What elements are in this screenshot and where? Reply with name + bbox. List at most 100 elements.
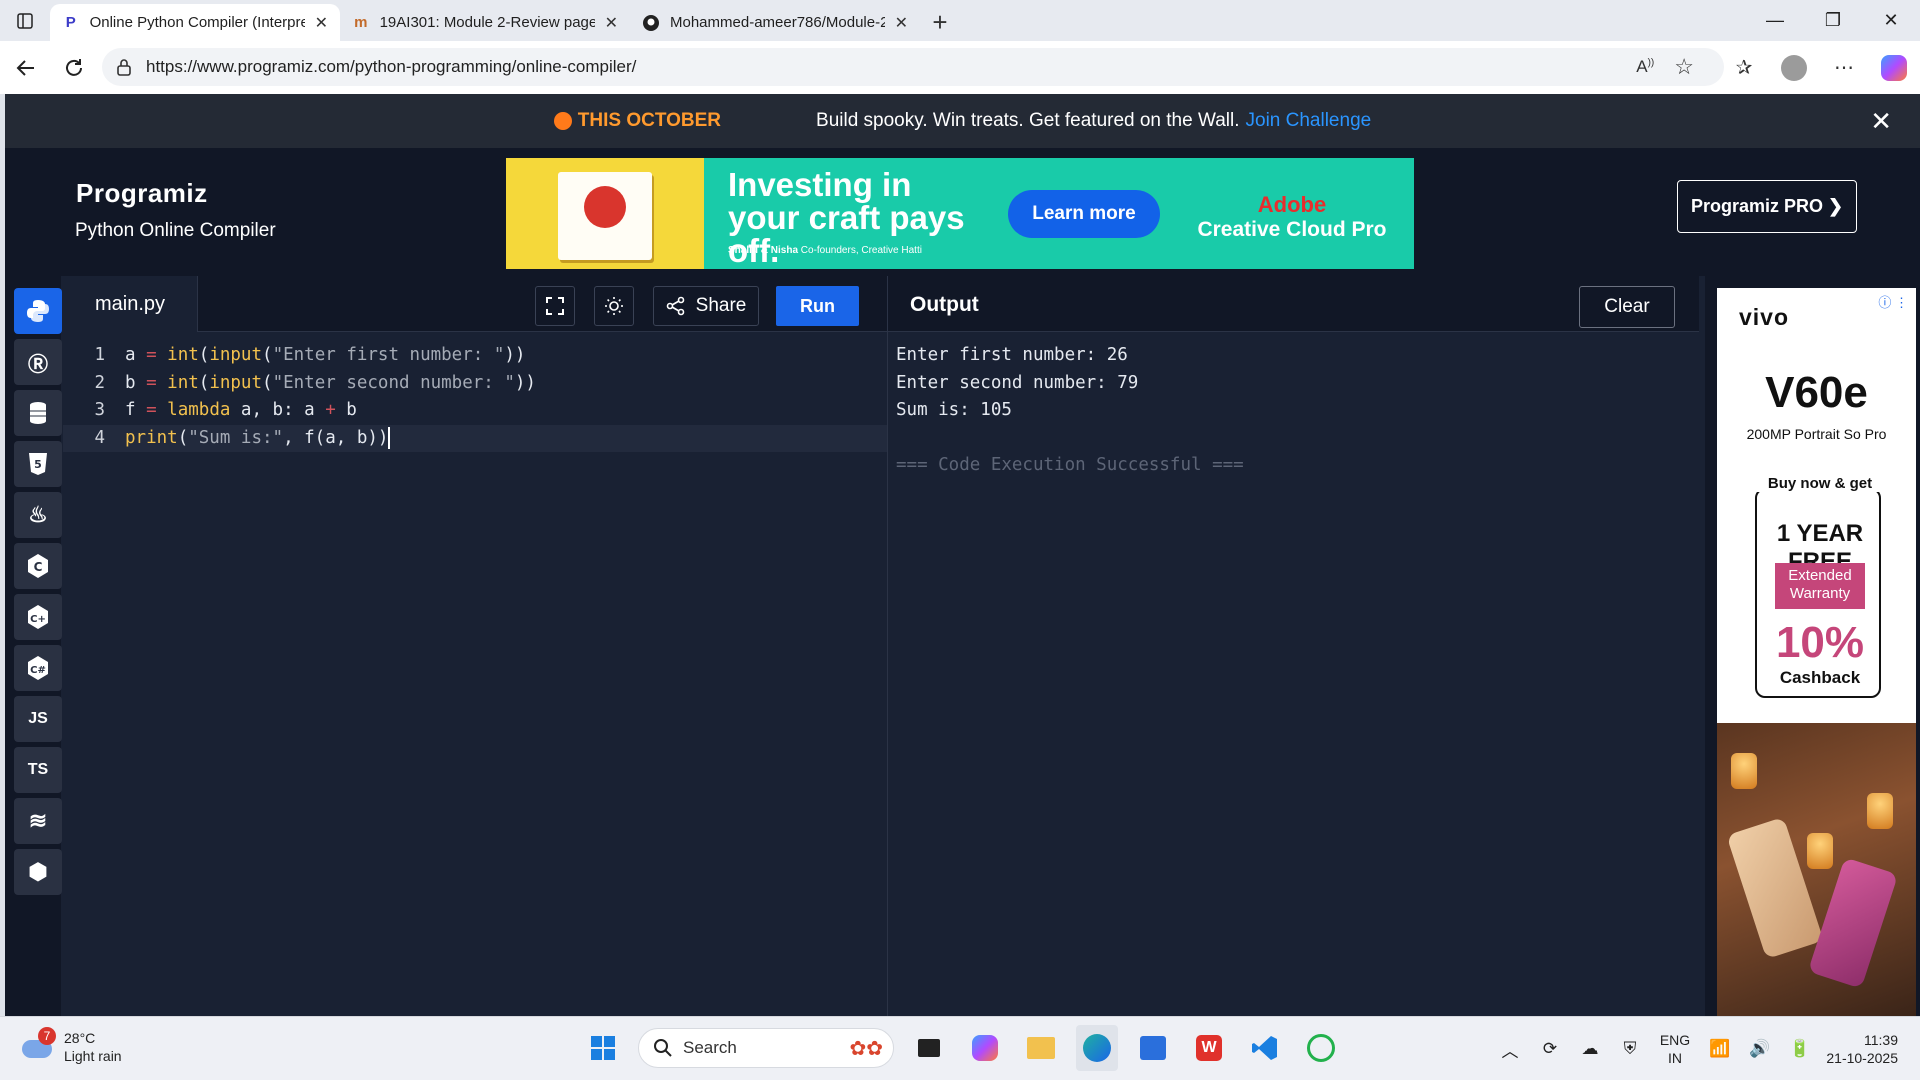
vivo-product-photo xyxy=(1717,723,1916,1016)
security-shield-icon[interactable]: ⛨ xyxy=(1610,1029,1650,1069)
file-explorer-icon[interactable] xyxy=(1020,1025,1062,1071)
wps-office-icon[interactable]: W xyxy=(1188,1025,1230,1071)
svg-text:C+: C+ xyxy=(30,614,46,625)
close-tab-icon[interactable]: ✕ xyxy=(605,13,618,33)
theme-toggle-button[interactable] xyxy=(594,286,634,326)
js-label: JS xyxy=(28,710,48,727)
copilot-taskbar-icon[interactable] xyxy=(964,1025,1006,1071)
html5-icon: 5 xyxy=(29,453,47,475)
tab-actions-button[interactable] xyxy=(0,0,50,41)
browser-tab-programiz[interactable]: P Online Python Compiler (Interpre ✕ xyxy=(50,4,340,41)
volume-icon[interactable]: 🔊 xyxy=(1740,1029,1780,1069)
vivo-side-ad[interactable]: vivo ⓘ ⋮ V60e 200MP Portrait So Pro Buy … xyxy=(1705,276,1920,1016)
output-line: Sum is: 105 xyxy=(896,400,1012,420)
lang-python-button[interactable] xyxy=(14,288,62,334)
programiz-pro-button[interactable]: Programiz PRO ❯ xyxy=(1677,180,1857,233)
tab-actions-icon xyxy=(17,12,33,29)
minimize-icon[interactable]: — xyxy=(1746,0,1804,41)
favorites-icon[interactable]: ✰ xyxy=(1728,52,1760,84)
close-window-icon[interactable]: ✕ xyxy=(1862,0,1920,41)
refresh-button[interactable] xyxy=(52,46,96,90)
lang-go-button[interactable]: ⬢ xyxy=(14,849,62,895)
site-info-icon[interactable] xyxy=(116,58,132,76)
r-icon: Ⓡ xyxy=(28,353,48,376)
more-options-icon[interactable]: ⋯ xyxy=(1828,52,1860,84)
close-tab-icon[interactable]: ✕ xyxy=(315,13,328,33)
taskbar-apps: Search ✿✿ W xyxy=(582,1025,1342,1071)
code-area[interactable]: 1 a = int(input("Enter first number: "))… xyxy=(63,332,887,452)
whatsapp-icon[interactable] xyxy=(1300,1025,1342,1071)
task-view-icon[interactable] xyxy=(908,1025,950,1071)
swift-icon: ≋ xyxy=(28,808,48,833)
lang-ts-button[interactable]: TS xyxy=(14,747,62,793)
output-panel: Output Clear Enter first number: 26 Ente… xyxy=(887,276,1699,1016)
taskbar-search[interactable]: Search ✿✿ xyxy=(638,1028,894,1068)
ad-product-area xyxy=(506,158,704,269)
close-promo-icon[interactable]: ✕ xyxy=(1870,106,1892,137)
promo-text: Build spooky. Win treats. Get featured o… xyxy=(816,110,1240,131)
lang-js-button[interactable]: JS xyxy=(14,696,62,742)
code-editor: main.py Share Run 1 a = int(input("Enter… xyxy=(63,276,887,1016)
github-favicon-icon xyxy=(642,14,660,32)
language-indicator[interactable]: ENG IN xyxy=(1650,1031,1700,1067)
output-console[interactable]: Enter first number: 26 Enter second numb… xyxy=(896,342,1244,480)
line-number: 1 xyxy=(94,345,105,365)
lang-r-button[interactable]: Ⓡ xyxy=(14,339,62,385)
profile-avatar-icon[interactable] xyxy=(1778,52,1810,84)
edge-browser-icon[interactable] xyxy=(1076,1025,1118,1071)
run-button[interactable]: Run xyxy=(776,286,859,326)
vivo-ad-card: vivo ⓘ ⋮ V60e 200MP Portrait So Pro Buy … xyxy=(1717,288,1916,723)
lang-c-button[interactable]: C xyxy=(14,543,62,589)
go-icon: ⬢ xyxy=(28,859,48,884)
tab-title: Online Python Compiler (Interpre xyxy=(89,14,305,31)
lang-cpp-button[interactable]: C+ xyxy=(14,594,62,640)
ad-info-icon[interactable]: ⓘ ⋮ xyxy=(1878,292,1908,311)
lang-java-button[interactable]: ♨ xyxy=(14,492,62,538)
ad-learn-more-button[interactable]: Learn more xyxy=(1008,190,1160,238)
onedrive-icon[interactable]: ☁ xyxy=(1570,1029,1610,1069)
programiz-page: THIS OCTOBER Build spooky. Win treats. G… xyxy=(5,94,1920,1016)
lang-html-button[interactable]: 5 xyxy=(14,441,62,487)
system-clock[interactable]: 11:39 21-10-2025 xyxy=(1820,1031,1920,1067)
vivo-logo: vivo xyxy=(1739,304,1790,330)
back-button[interactable] xyxy=(4,46,48,90)
copilot-icon[interactable] xyxy=(1878,52,1910,84)
programiz-logo[interactable]: Programiz xyxy=(76,178,208,209)
output-toolbar: Output Clear xyxy=(888,276,1699,332)
clear-button[interactable]: Clear xyxy=(1579,286,1675,328)
vscode-icon[interactable] xyxy=(1244,1025,1286,1071)
lang-swift-button[interactable]: ≋ xyxy=(14,798,62,844)
weather-widget[interactable]: 7 28°C Light rain xyxy=(20,1027,122,1065)
code-line: 3 f = lambda a, b: a + b xyxy=(63,397,887,425)
url-field[interactable]: https://www.programiz.com/python-program… xyxy=(102,48,1724,86)
wifi-icon[interactable]: 📶 xyxy=(1700,1029,1740,1069)
rain-cloud-icon: 7 xyxy=(20,1027,56,1062)
search-icon xyxy=(654,1039,672,1057)
adobe-ad-banner[interactable]: Investing in your craft pays off. Shallu… xyxy=(506,158,1414,269)
browser-tab-github[interactable]: Mohammed-ameer786/Module-2 ✕ xyxy=(630,4,920,41)
battery-icon[interactable]: 🔋 xyxy=(1780,1029,1820,1069)
url-text: https://www.programiz.com/python-program… xyxy=(146,57,637,76)
close-tab-icon[interactable]: ✕ xyxy=(895,13,908,33)
search-placeholder: Search xyxy=(683,1038,737,1057)
lang-sql-button[interactable] xyxy=(14,390,62,436)
favorite-star-icon[interactable]: ☆ xyxy=(1674,54,1694,80)
fullscreen-button[interactable] xyxy=(535,286,575,326)
site-header: Programiz Python Online Compiler Investi… xyxy=(5,148,1920,276)
windows-start-icon[interactable] xyxy=(582,1025,624,1071)
cpp-icon: C+ xyxy=(28,605,48,629)
new-tab-button[interactable]: + xyxy=(920,4,960,41)
read-aloud-icon[interactable]: A)) xyxy=(1636,57,1654,77)
sun-icon xyxy=(605,297,623,315)
file-tab-main[interactable]: main.py xyxy=(63,276,198,332)
ad-product-image xyxy=(558,172,652,260)
join-challenge-link[interactable]: Join Challenge xyxy=(1246,110,1372,132)
microsoft-store-icon[interactable] xyxy=(1132,1025,1174,1071)
chevron-up-icon[interactable]: ︿ xyxy=(1490,1029,1530,1069)
lang-csharp-button[interactable]: C# xyxy=(14,645,62,691)
vivo-offer-box: Buy now & get 1 YEAR FREE Extended Warra… xyxy=(1755,476,1883,698)
restore-icon[interactable]: ❐ xyxy=(1804,0,1862,41)
browser-tab-review[interactable]: m 19AI301: Module 2-Review page f ✕ xyxy=(340,4,630,41)
share-button[interactable]: Share xyxy=(653,286,759,326)
sync-icon[interactable]: ⟳ xyxy=(1530,1029,1570,1069)
